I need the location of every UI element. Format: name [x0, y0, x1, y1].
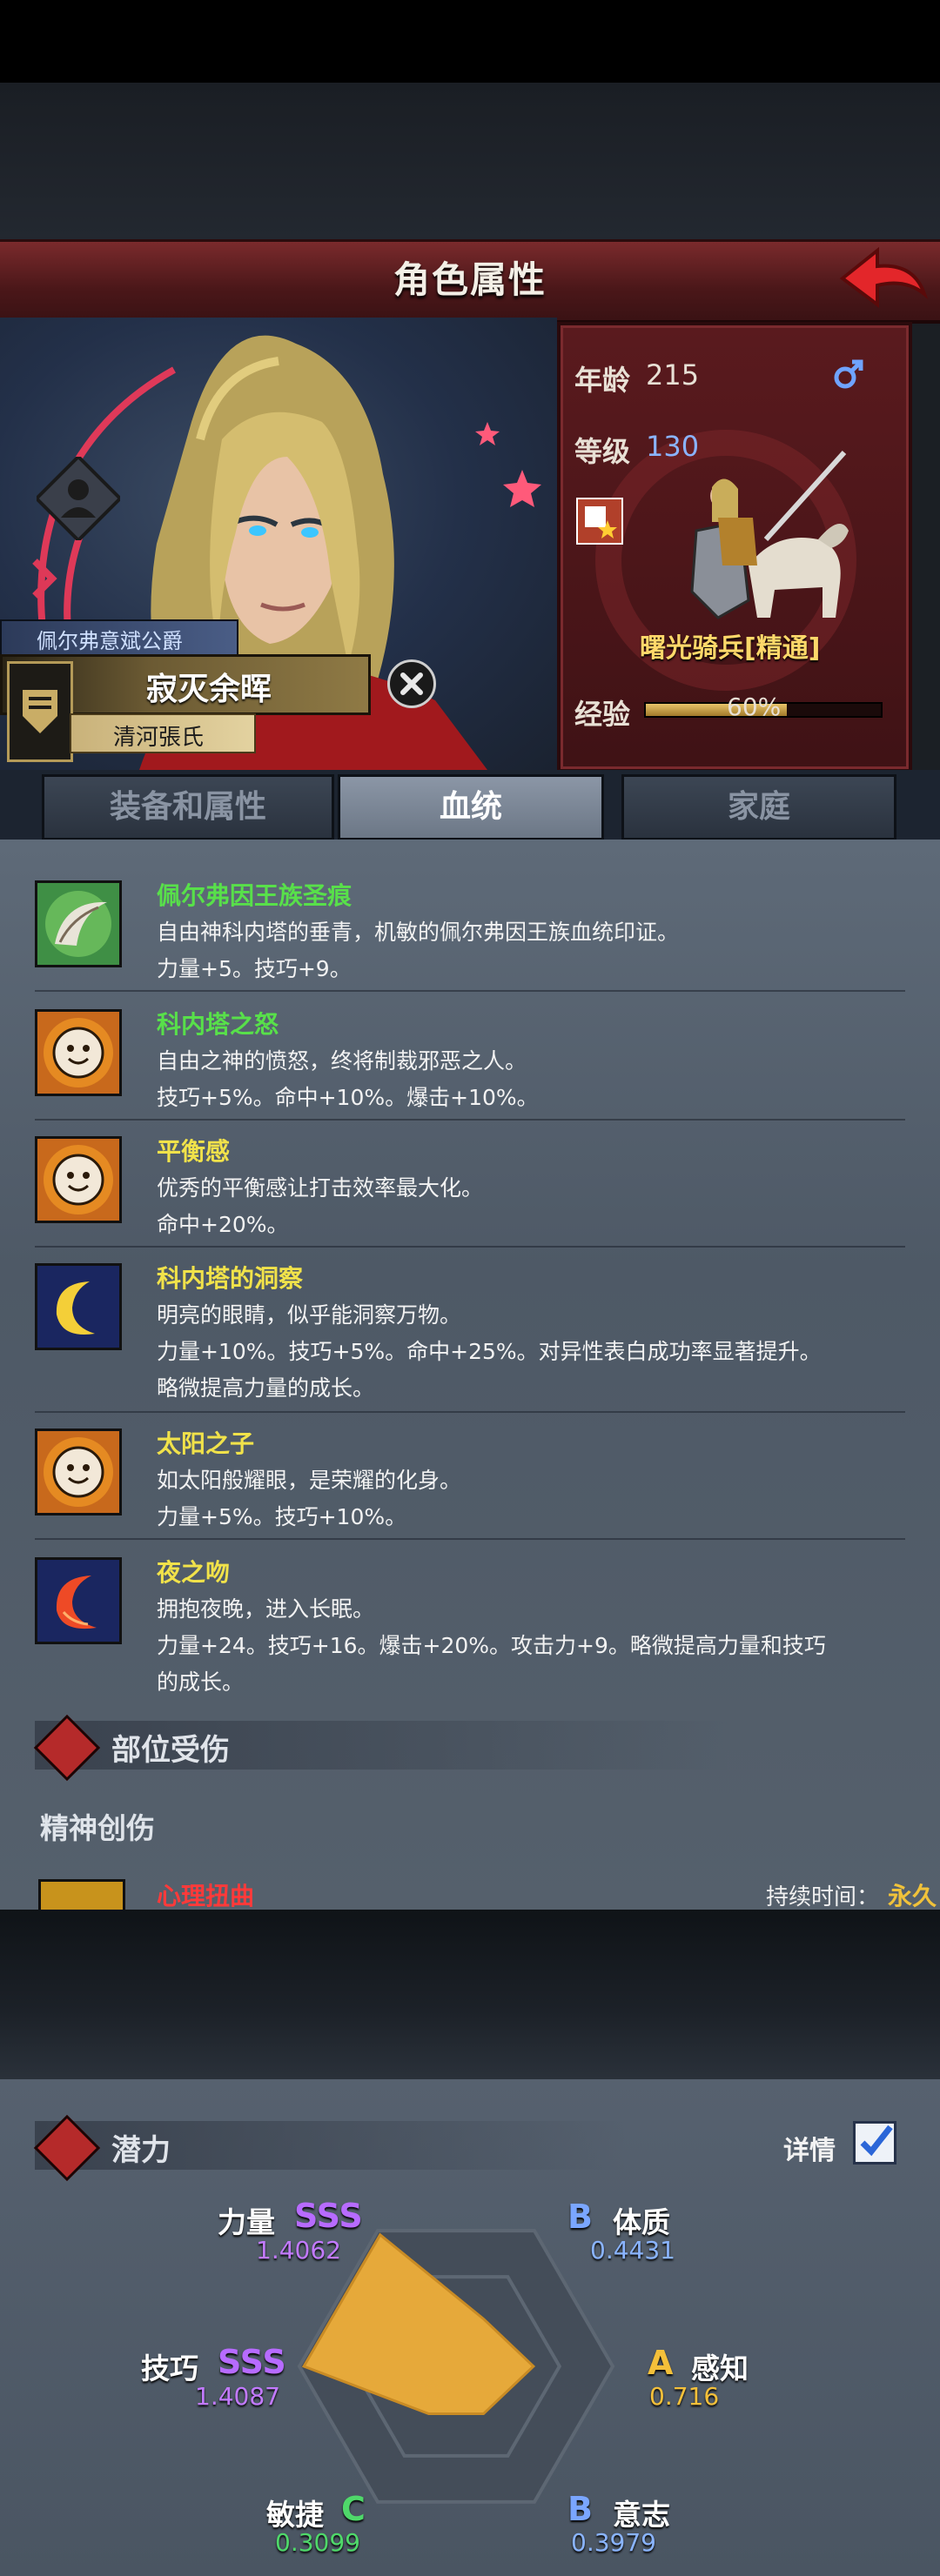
exp-value: 60%: [727, 693, 782, 721]
stat-strength-label: 力量: [218, 2205, 275, 2239]
tab-equipment[interactable]: 装备和属性: [42, 774, 334, 840]
fist-crest-icon: [23, 690, 57, 733]
trauma-item[interactable]: 心理扭曲 持续时间： 永久: [35, 1879, 940, 1910]
stat-will-label: 意志: [613, 2498, 670, 2532]
age-label: 年龄: [574, 364, 631, 397]
top-spacer: [0, 83, 940, 239]
sun-face-icon: [35, 1136, 122, 1223]
back-button[interactable]: [836, 244, 931, 313]
bloodline-effect: 力量+24。技巧+16。爆击+20%。攻击力+9。略微提高力量和技巧: [157, 1633, 826, 1658]
sun-face-icon: [35, 1429, 122, 1515]
bloodline-item: 佩尔弗因王族圣痕 自由神科内塔的垂青，机敏的佩尔弗因王族血统印证。 力量+5。技…: [35, 880, 905, 981]
stat-will-grade: B: [567, 2490, 593, 2528]
portrait-class-icon: [37, 457, 120, 540]
panel-gap: [0, 1910, 940, 2079]
stat-will-value: 0.3979: [571, 2528, 656, 2557]
bloodline-desc: 优秀的平衡感让打击效率最大化。: [157, 1175, 484, 1201]
bloodline-desc: 自由之神的愤怒，终将制裁邪恶之人。: [157, 1048, 527, 1074]
back-arrow-icon: [839, 246, 929, 308]
tab-bloodline[interactable]: 血统: [338, 774, 604, 840]
stat-skill-value: 1.4087: [195, 2382, 280, 2411]
bloodline-effect: 力量+10%。技巧+5%。命中+25%。对异性表白成功率显著提升。: [157, 1339, 822, 1364]
bloodline-effect: 力量+5。技巧+9。: [157, 956, 352, 981]
family-name: 清河張氏: [113, 725, 205, 751]
tab-family[interactable]: 家庭: [621, 774, 896, 840]
bloodline-effect: 的成长。: [157, 1669, 245, 1695]
stat-agility-value: 0.3099: [275, 2528, 360, 2557]
stat-physique-label: 体质: [613, 2205, 670, 2239]
family-banner: 清河張氏: [70, 713, 256, 753]
duration-label: 持续时间：: [766, 1884, 880, 1910]
rank-title: 佩尔弗意斌公爵: [37, 629, 183, 653]
family-emblem: [7, 661, 73, 762]
bloodline-item: 太阳之子 如太阳般耀眼，是荣耀的化身。 力量+5%。技巧+10%。: [35, 1429, 905, 1529]
bloodline-desc: 拥抱夜晚，进入长眠。: [157, 1596, 375, 1622]
bloodline-name: 佩尔弗因王族圣痕: [157, 881, 352, 910]
bloodline-item: 平衡感 优秀的平衡感让打击效率最大化。 命中+20%。: [35, 1136, 905, 1237]
stat-agility-label: 敏捷: [266, 2498, 324, 2532]
feather-icon: [35, 880, 122, 967]
knight-unit-icon: [690, 450, 849, 619]
stat-strength-value: 1.4062: [256, 2236, 341, 2265]
bloodline-name: 夜之吻: [157, 1558, 231, 1587]
bloodline-effect: 技巧+5%。命中+10%。爆击+10%。: [157, 1085, 539, 1110]
bloodline-effect: 命中+20%。: [157, 1212, 289, 1237]
unit-name: 曙光骑兵[精通]: [640, 633, 821, 664]
divider: [35, 1246, 905, 1248]
duration-value: 永久: [888, 1882, 937, 1910]
injury-section-title: 部位受伤: [111, 1733, 230, 1768]
bloodline-item: 科内塔之怒 自由之神的愤怒，终将制裁邪恶之人。 技巧+5%。命中+10%。爆击+…: [35, 1009, 905, 1110]
divider: [35, 1119, 905, 1121]
bloodline-name: 平衡感: [157, 1137, 231, 1166]
crescent-moon-icon: [35, 1263, 122, 1350]
exp-label: 经验: [574, 698, 631, 731]
bloodline-item: 科内塔的洞察 明亮的眼睛，似乎能洞察万物。 力量+10%。技巧+5%。命中+25…: [35, 1263, 905, 1401]
bloodline-name: 科内塔的洞察: [157, 1264, 304, 1293]
male-icon: [834, 359, 863, 389]
character-name: 寂灭余晖: [146, 672, 272, 707]
stat-skill-grade: SSS: [218, 2343, 286, 2381]
divider: [35, 990, 905, 992]
trauma-subtitle: 精神创伤: [40, 1811, 155, 1845]
bloodline-effect: 略微提高力量的成长。: [157, 1375, 375, 1401]
stat-physique-value: 0.4431: [590, 2236, 675, 2265]
bloodline-name: 太阳之子: [157, 1429, 255, 1458]
sun-face-icon: [35, 1009, 122, 1096]
age-value: 215: [646, 358, 700, 391]
stat-agility-grade: C: [341, 2490, 366, 2528]
level-label: 等级: [574, 435, 631, 468]
stat-physique-grade: B: [567, 2198, 593, 2236]
bloodline-name: 科内塔之怒: [157, 1010, 279, 1039]
brain-icon: [38, 1879, 125, 1910]
status-bar-area: [0, 0, 940, 83]
bloodline-item: 夜之吻 拥抱夜晚，进入长眠。 力量+24。技巧+16。爆击+20%。攻击力+9。…: [35, 1557, 905, 1695]
red-moon-icon: [35, 1557, 122, 1644]
trauma-name: 心理扭曲: [157, 1882, 255, 1910]
unit-class-badge: [576, 498, 623, 545]
bloodline-desc: 自由神科内塔的垂青，机敏的佩尔弗因王族血统印证。: [157, 920, 680, 945]
divider: [35, 1411, 905, 1413]
stat-perception-grade: A: [648, 2344, 674, 2382]
injury-section-header: 部位受伤: [33, 1714, 731, 1782]
close-icon: [400, 672, 423, 695]
stat-strength-grade: SSS: [294, 2197, 363, 2235]
dismiss-button[interactable]: [387, 659, 436, 708]
bloodline-desc: 如太阳般耀眼，是荣耀的化身。: [157, 1468, 462, 1493]
stat-perception-value: 0.716: [649, 2382, 720, 2411]
divider: [35, 1538, 905, 1540]
bloodline-desc: 明亮的眼睛，似乎能洞察万物。: [157, 1302, 462, 1328]
potential-radar: [297, 2229, 615, 2504]
rank-banner: 佩尔弗意斌公爵: [0, 619, 238, 656]
page-title: 角色属性: [393, 258, 547, 301]
star-badge-icon: [585, 506, 617, 539]
stat-perception-label: 感知: [691, 2352, 749, 2385]
stat-skill-label: 技巧: [141, 2352, 198, 2385]
bloodline-effect: 力量+5%。技巧+10%。: [157, 1504, 407, 1529]
